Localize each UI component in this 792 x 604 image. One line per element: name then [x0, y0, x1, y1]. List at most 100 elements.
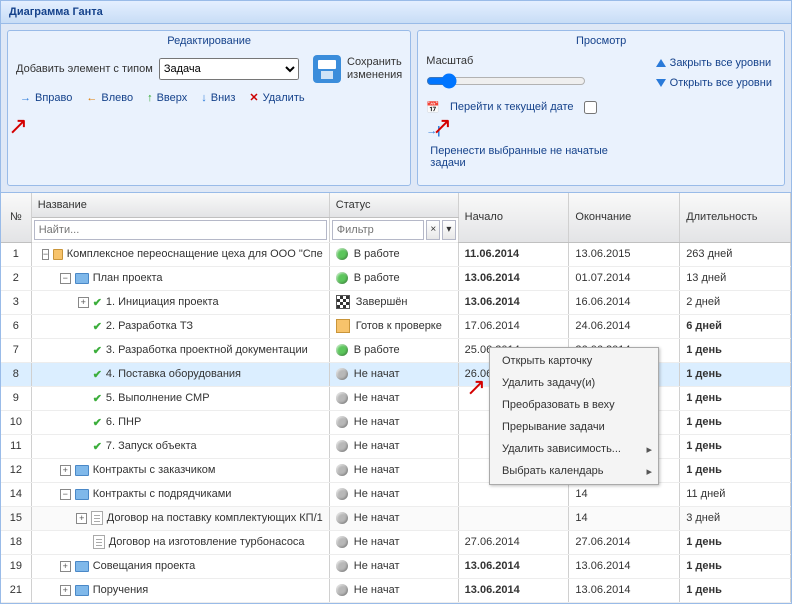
- end-date: 16.06.2014: [569, 290, 680, 314]
- scale-slider[interactable]: [426, 73, 586, 89]
- table-row[interactable]: 11 ✔ 7. Запуск объектаНе начат141 день: [1, 434, 791, 458]
- col-status[interactable]: Статус: [329, 193, 458, 217]
- type-select[interactable]: Задача: [159, 58, 299, 80]
- move-unstarted-button[interactable]: Перенести выбранные не начатые задачи: [426, 143, 637, 171]
- table-row[interactable]: 8 ✔ 4. Поставка оборудованияНе начат26.0…: [1, 362, 791, 386]
- table-row[interactable]: 18 Договор на изготовление турбонасосаНе…: [1, 530, 791, 554]
- duration: 11 дней: [680, 482, 791, 506]
- status-dot-icon: [336, 584, 348, 596]
- table-row[interactable]: 9 ✔ 5. Выполнение СМРНе начат141 день: [1, 386, 791, 410]
- end-date: 13.06.2014: [569, 554, 680, 578]
- duration: 1 день: [680, 458, 791, 482]
- expander-button[interactable]: −: [60, 489, 71, 500]
- goto-today-button[interactable]: Перейти к текущей дате: [446, 99, 578, 115]
- status-dot-icon: [336, 440, 348, 452]
- expander-button[interactable]: +: [76, 513, 87, 524]
- expander-button[interactable]: −: [60, 273, 71, 284]
- check-icon: ✔: [93, 416, 102, 429]
- check-icon: ✔: [93, 344, 102, 357]
- menu-choose-calendar[interactable]: Выбрать календарь: [490, 460, 658, 482]
- start-date: 13.06.2014: [458, 554, 569, 578]
- end-date: 14: [569, 482, 680, 506]
- move-up-button[interactable]: ↑Вверх: [143, 90, 191, 106]
- duration: 263 дней: [680, 242, 791, 266]
- menu-interrupt[interactable]: Прерывание задачи: [490, 416, 658, 438]
- menu-delete-task[interactable]: Удалить задачу(и): [490, 372, 658, 394]
- filter-dropdown-button[interactable]: ▾: [442, 220, 456, 240]
- check-icon: ✔: [93, 368, 102, 381]
- start-date: 13.06.2014: [458, 578, 569, 602]
- table-row[interactable]: 21+ ПорученияНе начат13.06.201413.06.201…: [1, 578, 791, 602]
- menu-convert-milestone[interactable]: Преобразовать в веху: [490, 394, 658, 416]
- duration: 1 день: [680, 554, 791, 578]
- status-filter[interactable]: [332, 220, 425, 240]
- goto-today-checkbox[interactable]: [584, 101, 597, 114]
- menu-open-card[interactable]: Открыть карточку: [490, 350, 658, 372]
- end-date: 13.06.2014: [569, 578, 680, 602]
- document-icon: [91, 511, 103, 525]
- filter-clear-button[interactable]: ×: [426, 220, 440, 240]
- status-text: Не начат: [354, 416, 400, 428]
- expander-button[interactable]: +: [60, 585, 71, 596]
- task-name: План проекта: [93, 272, 163, 284]
- task-name: Договор на поставку комплектующих КП/1: [107, 512, 323, 524]
- view-toolbox: Просмотр Масштаб 📅Перейти к текущей дате…: [417, 30, 785, 186]
- table-row[interactable]: 2− План проектаВ работе13.06.201401.07.2…: [1, 266, 791, 290]
- col-dur[interactable]: Длительность: [680, 193, 791, 242]
- table-row[interactable]: 10 ✔ 6. ПНРНе начат141 день: [1, 410, 791, 434]
- context-menu: Открыть карточку Удалить задачу(и) Преоб…: [489, 347, 659, 485]
- menu-remove-dependency[interactable]: Удалить зависимость...: [490, 438, 658, 460]
- status-text: Завершён: [356, 296, 408, 308]
- arrow-left-icon: ←: [86, 92, 97, 104]
- end-date: 13.06.2015: [569, 242, 680, 266]
- task-name: Поручения: [93, 584, 149, 596]
- status-dot-icon: [336, 512, 348, 524]
- row-number: 12: [1, 458, 31, 482]
- table-row[interactable]: 15+ Договор на поставку комплектующих КП…: [1, 506, 791, 530]
- indent-left-button[interactable]: ←Влево: [82, 90, 137, 106]
- expander-button[interactable]: +: [60, 465, 71, 476]
- move-down-button[interactable]: ↓Вниз: [197, 90, 239, 106]
- start-date: [458, 506, 569, 530]
- col-num[interactable]: №: [1, 193, 31, 242]
- expander-button[interactable]: −: [42, 249, 50, 260]
- status-dot-icon: [336, 488, 348, 500]
- save-button[interactable]: Сохранитьизменения: [347, 56, 402, 82]
- duration: 3 дней: [680, 506, 791, 530]
- delete-button[interactable]: ✕Удалить: [245, 89, 308, 106]
- table-row[interactable]: 12+ Контракты с заказчикомНе начат141 де…: [1, 458, 791, 482]
- expand-all-button[interactable]: Открыть все уровни: [652, 75, 776, 91]
- table-row[interactable]: 6 ✔ 2. Разработка ТЗГотов к проверке17.0…: [1, 314, 791, 338]
- folder-icon: [75, 489, 89, 500]
- save-icon[interactable]: [313, 55, 341, 83]
- table-row[interactable]: 19+ Совещания проектаНе начат13.06.20141…: [1, 554, 791, 578]
- col-end[interactable]: Окончание: [569, 193, 680, 242]
- arrow-right-icon: →: [20, 92, 31, 104]
- start-date: 27.06.2014: [458, 530, 569, 554]
- status-text: Не начат: [354, 464, 400, 476]
- task-name: Контракты с подрядчиками: [93, 488, 232, 500]
- table-row[interactable]: 3+ ✔ 1. Инициация проектаЗавершён13.06.2…: [1, 290, 791, 314]
- expander-button[interactable]: +: [78, 297, 89, 308]
- folder-icon: [75, 273, 89, 284]
- row-number: 19: [1, 554, 31, 578]
- name-filter[interactable]: [34, 220, 327, 240]
- folder-icon: [75, 561, 89, 572]
- expander-button[interactable]: +: [60, 561, 71, 572]
- col-start[interactable]: Начало: [458, 193, 569, 242]
- status-dot-icon: [336, 248, 348, 260]
- row-number: 14: [1, 482, 31, 506]
- toolbar: Редактирование Добавить элемент с типом …: [1, 24, 791, 193]
- table-row[interactable]: 7 ✔ 3. Разработка проектной документации…: [1, 338, 791, 362]
- col-name[interactable]: Название: [31, 193, 329, 217]
- table-row[interactable]: 1− Комплексное переоснащение цеха для ОО…: [1, 242, 791, 266]
- task-name: Совещания проекта: [93, 560, 196, 572]
- collapse-all-button[interactable]: Закрыть все уровни: [652, 55, 776, 71]
- start-date: 17.06.2014: [458, 314, 569, 338]
- indent-right-button[interactable]: →Вправо: [16, 90, 76, 106]
- check-icon: ✔: [93, 440, 102, 453]
- task-name: 5. Выполнение СМР: [106, 392, 210, 404]
- status-dot-icon: [336, 560, 348, 572]
- status-dot-icon: [336, 416, 348, 428]
- table-row[interactable]: 14− Контракты с подрядчикамиНе начат1411…: [1, 482, 791, 506]
